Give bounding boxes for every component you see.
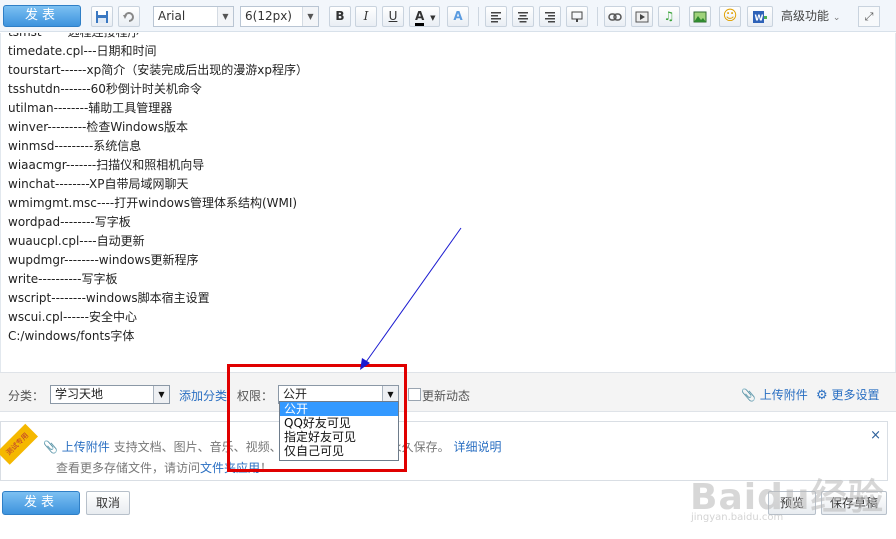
fullscreen-icon[interactable]: ⤢: [858, 6, 880, 27]
content-line: wscui.cpl------安全中心: [8, 310, 137, 324]
advanced-features-menu[interactable]: 高级功能 ⌄: [781, 6, 851, 27]
align-center-icon[interactable]: [512, 6, 534, 27]
content-line: wuaucpl.cpl----自动更新: [8, 234, 145, 248]
font-family-value: Arial: [158, 9, 186, 23]
content-line: tourstart------xp简介（安装完成后出现的漫游xp程序）: [8, 63, 308, 77]
category-label: 分类：: [8, 389, 45, 403]
folder-hint-suffix: ！: [260, 461, 273, 475]
paperclip-icon: 📎: [741, 388, 756, 402]
font-color-button[interactable]: A ▼: [409, 6, 440, 27]
content-line: C:/windows/fonts字体: [8, 329, 135, 343]
permission-option[interactable]: 指定好友可见: [280, 430, 398, 444]
content-line: write----------写字板: [8, 272, 118, 286]
content-line: tsmst------远程连接程序: [8, 33, 308, 42]
font-size-select[interactable]: 6(12px) ▼: [240, 6, 319, 27]
chevron-down-icon: ▼: [153, 386, 169, 403]
add-category-link[interactable]: 添加分类: [179, 387, 227, 404]
bold-button[interactable]: B: [329, 6, 351, 27]
font-color-glyph: A: [415, 9, 425, 26]
content-line: wupdmgr--------windows更新程序: [8, 253, 199, 267]
bottom-actions: 发表 取消 预览 保存草稿: [0, 481, 896, 539]
content-line: wordpad--------写字板: [8, 215, 131, 229]
align-right-icon[interactable]: [539, 6, 561, 27]
paperclip-icon: 📎: [43, 440, 58, 454]
content-line: winchat--------XP自带局域网聊天: [8, 177, 189, 191]
permission-value: 公开: [283, 387, 308, 401]
editor-content[interactable]: tsmst------远程连接程序 timedate.cpl---日期和时间 tou…: [0, 33, 896, 372]
image-icon[interactable]: [689, 6, 711, 27]
italic-button[interactable]: I: [355, 6, 377, 27]
music-icon[interactable]: ♫: [658, 6, 680, 27]
content-line: timedate.cpl---日期和时间: [8, 44, 157, 58]
upload-attachment-button[interactable]: 📎 上传附件: [741, 386, 808, 403]
link-icon[interactable]: [604, 6, 626, 27]
content-lines: tsmst------远程连接程序 timedate.cpl---日期和时间 tou…: [8, 33, 308, 346]
chevron-down-icon: ⌄: [832, 13, 841, 23]
chevron-down-icon: ▼: [217, 7, 233, 26]
content-line: winmsd---------系统信息: [8, 139, 142, 153]
save-icon[interactable]: [91, 6, 113, 27]
content-line: wscript--------windows脚本宿主设置: [8, 291, 210, 305]
svg-text:W: W: [755, 14, 764, 23]
word-import-icon[interactable]: W: [747, 6, 773, 27]
undo-icon[interactable]: [118, 6, 140, 27]
permission-option[interactable]: QQ好友可见: [280, 416, 398, 430]
category-select[interactable]: 学习天地 ▼: [50, 385, 170, 404]
upload-panel: 测试专用 📎 上传附件 支持文档、图片、音乐、视频、压缩包等文件，文件永久保存。…: [0, 421, 888, 481]
toolbar-divider: [478, 7, 479, 26]
folder-hint-prefix: 查看更多存储文件，请访问: [56, 461, 201, 475]
folder-hint-line: 查看更多存储文件，请访问文件夹应用！: [56, 459, 272, 476]
cancel-button[interactable]: 取消: [86, 491, 130, 515]
toolbar-divider: [597, 7, 598, 26]
align-left-icon[interactable]: [485, 6, 507, 27]
close-icon[interactable]: ×: [870, 428, 881, 443]
post-options-bar: 分类： 学习天地 ▼ 添加分类 权限： 公开 ▼ 更新动态 📎 上传附件 ⚙ 更…: [0, 372, 896, 412]
emoji-icon[interactable]: ☺: [719, 6, 741, 27]
permission-label: 权限：: [237, 389, 274, 403]
permission-dropdown-list: 公开 QQ好友可见 指定好友可见 仅自己可见: [279, 401, 399, 461]
save-draft-button[interactable]: 保存草稿: [821, 491, 887, 515]
publish-button-top[interactable]: 发表: [3, 5, 81, 27]
chevron-down-icon: ▼: [430, 14, 436, 22]
permission-option[interactable]: 公开: [280, 402, 398, 416]
upload-attachment-label: 上传附件: [759, 388, 808, 402]
font-family-select[interactable]: Arial ▼: [153, 6, 234, 27]
publish-button[interactable]: 发表: [2, 491, 80, 515]
permission-option[interactable]: 仅自己可见: [280, 444, 398, 458]
video-icon[interactable]: [631, 6, 653, 27]
gear-icon: ⚙: [816, 388, 828, 403]
upload-description-line: 📎 上传附件 支持文档、图片、音乐、视频、压缩包等文件，文件永久保存。 详细说明: [43, 438, 501, 455]
upload-attachment-link[interactable]: 上传附件: [62, 440, 110, 454]
more-settings-button[interactable]: ⚙ 更多设置: [816, 386, 880, 403]
chevron-down-icon: ▼: [302, 7, 318, 26]
folder-app-link[interactable]: 文件夹应用: [200, 461, 260, 475]
format-paint-icon[interactable]: [566, 6, 588, 27]
content-line: wmimgmt.msc----打开windows管理体系结构(WMI): [8, 196, 298, 210]
preview-button[interactable]: 预览: [768, 491, 816, 515]
test-ribbon: 测试专用: [0, 423, 39, 465]
content-line: wiaacmgr-------扫描仪和照相机向导: [8, 158, 205, 172]
underline-button[interactable]: U: [382, 6, 404, 27]
content-line: winver---------检查Windows版本: [8, 120, 188, 134]
update-feed-label: 更新动态: [422, 389, 471, 403]
category-value: 学习天地: [55, 387, 104, 401]
detail-link[interactable]: 详细说明: [453, 440, 501, 454]
editor-toolbar: 发表 Arial ▼ 6(12px) ▼ B I U A ▼ A ♫ ☺ W 高…: [0, 0, 896, 32]
content-line: tsshutdn-------60秒倒计时关机命令: [8, 82, 202, 96]
more-settings-label: 更多设置: [831, 388, 880, 402]
content-line: utilman--------辅助工具管理器: [8, 101, 173, 115]
advanced-features-label: 高级功能: [781, 9, 830, 23]
font-size-value: 6(12px): [245, 9, 292, 23]
font-effect-button[interactable]: A: [447, 6, 469, 27]
update-feed-checkbox[interactable]: [408, 388, 421, 401]
